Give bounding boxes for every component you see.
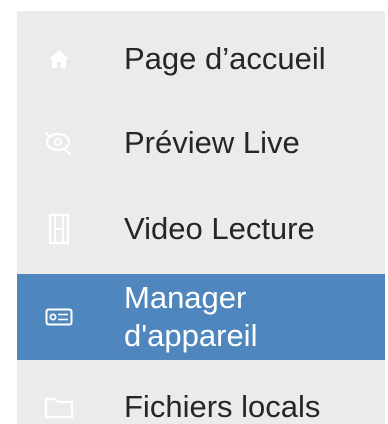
menu-item-label: Video Lecture	[124, 211, 315, 246]
menu-item-device-manager[interactable]: Manager d'appareil	[17, 274, 385, 360]
side-menu: Page d’accueil Préview Live Video Lectur…	[17, 11, 385, 424]
device-icon	[39, 308, 79, 326]
menu-item-home[interactable]: Page d’accueil	[17, 29, 385, 89]
film-icon	[39, 213, 79, 245]
menu-item-label: Préview Live	[124, 125, 300, 160]
folder-icon	[39, 395, 79, 419]
camera-icon	[39, 130, 79, 156]
menu-item-label: Page d’accueil	[124, 41, 326, 76]
menu-item-video-playback[interactable]: Video Lecture	[17, 199, 385, 259]
menu-item-live-preview[interactable]: Préview Live	[17, 113, 385, 173]
home-icon	[39, 48, 79, 70]
menu-item-label: Fichiers locals	[124, 389, 321, 424]
menu-item-label: Manager d'appareil	[124, 280, 258, 353]
menu-item-local-files[interactable]: Fichiers locals	[17, 377, 385, 424]
